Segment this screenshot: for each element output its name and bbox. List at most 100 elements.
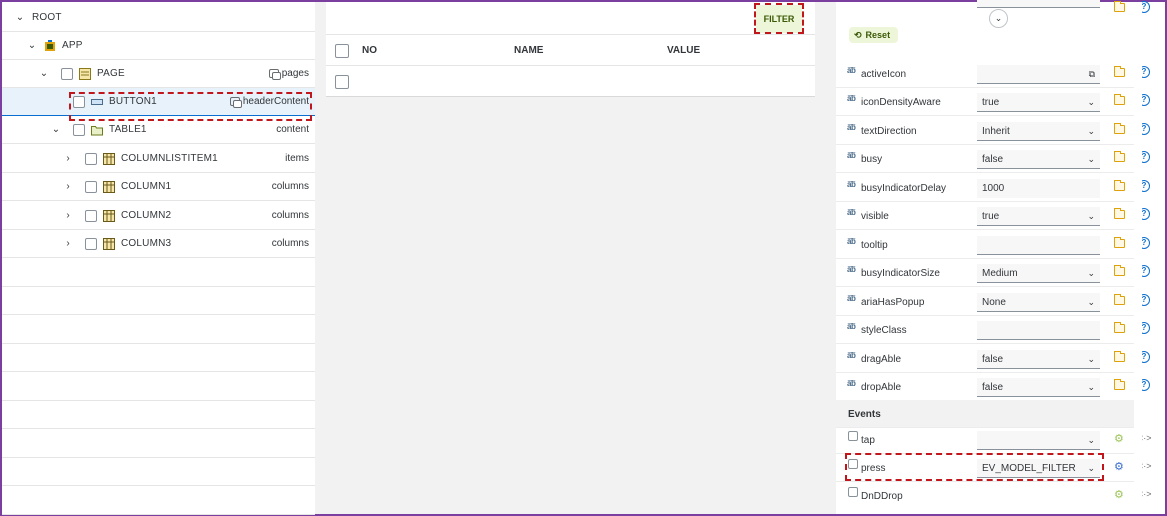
tree-empty-row [2,487,315,515]
table-row[interactable] [326,66,815,97]
aggregation-label: pages [268,68,309,80]
property-select[interactable]: false ⌄ [977,350,1100,369]
folder-icon[interactable] [1114,294,1125,305]
property-row-dragable: a͞b dragAble false ⌄ ? [836,345,1150,373]
property-icon: a͞b [847,66,856,75]
gear-icon[interactable]: ⚙ [1114,460,1124,473]
tree-row-column1[interactable]: › COLUMN1 columns [2,173,315,201]
property-row-busyindicatorsize: a͞b busyIndicatorSize Medium ⌄ ? [836,259,1150,287]
property-row-icondensityaware: a͞b iconDensityAware true ⌄ ? [836,88,1150,116]
property-label: textDirection [861,126,917,137]
chevron-down-icon[interactable]: ⌄ [39,68,49,79]
column-header-no[interactable]: NO [362,45,377,56]
tree-empty-row [2,373,315,401]
tree-empty-row [2,316,315,344]
folder-icon[interactable] [1114,94,1125,105]
property-row-activeicon: a͞b activeIcon ⧉ ? [836,60,1150,88]
tree-empty-row [2,430,315,458]
property-select[interactable]: false ⌄ [977,378,1100,397]
row-checkbox[interactable] [85,152,97,165]
row-checkbox[interactable] [73,123,85,136]
chevron-right-icon[interactable]: › [63,181,73,192]
property-row-tooltip: a͞b tooltip ? [836,231,1150,259]
event-checkbox[interactable] [848,431,858,441]
tree-row-label: COLUMN3 [121,238,172,249]
tree-row-label: COLUMNLISTITEM1 [121,153,218,164]
property-select[interactable]: Inherit ⌄ [977,122,1100,141]
folder-icon[interactable] [1114,123,1125,134]
tree-row-column2[interactable]: › COLUMN2 columns [2,202,315,230]
property-row-textdirection: a͞b textDirection Inherit ⌄ ? [836,117,1150,145]
property-select[interactable]: Medium ⌄ [977,264,1100,283]
value-help-icon[interactable]: ⧉ [1089,65,1095,84]
chevron-down-icon[interactable]: ⌄ [51,124,61,135]
folder-icon[interactable] [1114,265,1125,276]
select-all-checkbox[interactable] [335,44,349,58]
column-header-name[interactable]: NAME [514,45,543,56]
tree-row-columnlistitem1[interactable]: › COLUMNLISTITEM1 items [2,145,315,173]
tree-empty-row [2,344,315,372]
chevron-right-icon[interactable]: › [63,153,73,164]
tree-row-root[interactable]: ⌄ ROOT [2,4,315,32]
tree-row-page[interactable]: ⌄ PAGE pages [2,60,315,88]
property-select[interactable]: None ⌄ [977,293,1100,312]
row-checkbox[interactable] [85,180,97,193]
collapse-header-button[interactable]: ⌄ [989,9,1008,28]
app-icon [44,39,56,52]
property-label: tooltip [861,240,888,251]
property-icon: a͞b [847,379,856,388]
tree-row-app[interactable]: ⌄ APP [2,32,315,60]
chevron-down-icon[interactable]: ⌄ [15,12,25,23]
events-title: Events [848,409,881,420]
event-label: tap [861,435,875,446]
property-label: iconDensityAware [861,97,941,108]
folder-icon[interactable] [1114,351,1125,362]
property-input[interactable]: 1000 [977,179,1100,198]
folder-icon[interactable] [1114,151,1125,162]
property-select[interactable]: true ⌄ [977,93,1100,112]
scrollbar-track[interactable] [1134,2,1142,514]
column-header-value[interactable]: VALUE [667,45,700,56]
event-select[interactable]: ⌄ [977,431,1100,450]
property-row-dropable: a͞b dropAble false ⌄ ? [836,373,1150,401]
row-checkbox[interactable] [335,75,349,89]
gear-icon[interactable]: ⚙ [1114,488,1124,501]
folder-icon[interactable] [1114,66,1125,77]
row-checkbox[interactable] [85,237,97,250]
property-icon: a͞b [847,351,856,360]
folder-icon[interactable] [1114,208,1125,219]
folder-icon[interactable] [1114,322,1125,333]
chevron-down-icon: ⌄ [1087,211,1095,221]
folder-icon[interactable] [1114,379,1125,390]
property-row-styleclass: a͞b styleClass ? [836,316,1150,344]
tree-empty-row [2,259,315,287]
reset-button[interactable]: ⟲ Reset [849,27,898,43]
property-label: busyIndicatorSize [861,268,940,279]
event-checkbox[interactable] [848,487,858,497]
folder-icon[interactable] [1114,180,1125,191]
tree-row-label: APP [62,40,83,51]
property-select[interactable]: true ⌄ [977,207,1100,226]
tree-row-column3[interactable]: › COLUMN3 columns [2,230,315,258]
row-checkbox[interactable] [85,209,97,222]
truncated-input[interactable] [977,0,1100,8]
table-header: NO NAME VALUE [326,34,815,66]
row-checkbox[interactable] [61,67,73,80]
folder-icon[interactable] [1114,237,1125,248]
gear-icon[interactable]: ⚙ [1114,432,1124,445]
folder-icon[interactable] [1114,1,1125,12]
highlight-press-event [845,453,1104,481]
tree-row-label: ROOT [32,12,62,23]
chevron-right-icon[interactable]: › [63,238,73,249]
chevron-right-icon[interactable]: › [63,210,73,221]
property-input[interactable] [977,321,1100,340]
chevron-down-icon[interactable]: ⌄ [27,40,37,51]
outline-tree: ⌄ ROOT ⌄ APP ⌄ PAGE pages BUTTON1 header… [2,2,315,515]
property-input[interactable] [977,236,1100,255]
tree-empty-row [2,458,315,486]
property-input[interactable]: ⧉ [977,65,1100,84]
property-label: dragAble [861,354,902,365]
aggregation-label: content [276,124,309,135]
aggregation-label: columns [271,181,309,192]
property-select[interactable]: false ⌄ [977,150,1100,169]
